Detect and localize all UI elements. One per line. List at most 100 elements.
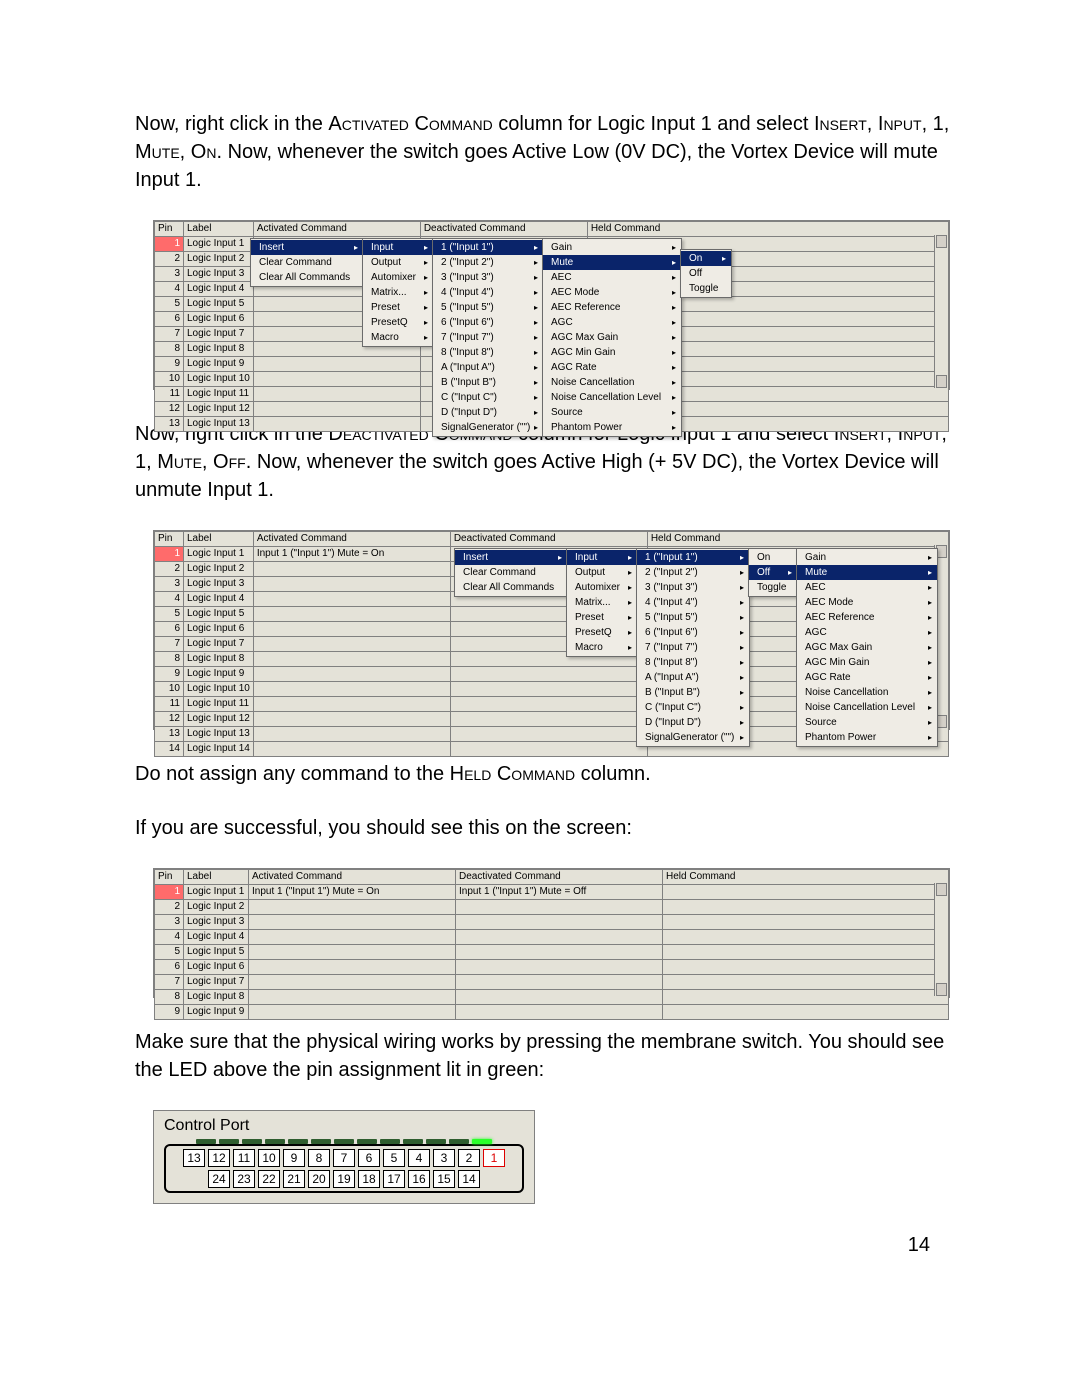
- menu-item[interactable]: Macro: [363, 330, 433, 345]
- menu-item[interactable]: Mute: [797, 565, 937, 580]
- menu-item[interactable]: 5 ("Input 5"): [433, 300, 543, 315]
- scrollbar[interactable]: [934, 235, 948, 388]
- pin-box: 9: [283, 1149, 305, 1167]
- menu-item[interactable]: Clear All Commands: [251, 270, 363, 285]
- screenshot-result-table: Pin Label Activated Command Deactivated …: [153, 868, 950, 998]
- context-menu-4[interactable]: GainMuteAECAEC ModeAEC ReferenceAGCAGC M…: [796, 548, 938, 747]
- menu-item[interactable]: Toggle: [681, 281, 731, 296]
- menu-item[interactable]: B ("Input B"): [637, 685, 749, 700]
- menu-item[interactable]: 2 ("Input 2"): [637, 565, 749, 580]
- menu-item[interactable]: 3 ("Input 3"): [433, 270, 543, 285]
- menu-item[interactable]: Source: [543, 405, 681, 420]
- menu-item[interactable]: Phantom Power: [797, 730, 937, 745]
- scrollbar[interactable]: [934, 883, 948, 996]
- pin-box: 2: [458, 1149, 480, 1167]
- menu-item[interactable]: AGC: [797, 625, 937, 640]
- menu-item[interactable]: Noise Cancellation: [543, 375, 681, 390]
- menu-item[interactable]: On: [749, 550, 797, 565]
- menu-item[interactable]: AEC Mode: [797, 595, 937, 610]
- menu-item[interactable]: D ("Input D"): [637, 715, 749, 730]
- menu-item[interactable]: 6 ("Input 6"): [433, 315, 543, 330]
- menu-item[interactable]: AGC Max Gain: [797, 640, 937, 655]
- menu-item[interactable]: AEC Reference: [797, 610, 937, 625]
- menu-item[interactable]: AEC Reference: [543, 300, 681, 315]
- menu-item[interactable]: 1 ("Input 1"): [637, 550, 749, 565]
- menu-item[interactable]: B ("Input B"): [433, 375, 543, 390]
- context-menu-1[interactable]: InsertClear CommandClear All Commands: [454, 548, 568, 597]
- menu-item[interactable]: Output: [567, 565, 637, 580]
- context-menu-3b[interactable]: OnOffToggle: [748, 548, 798, 597]
- menu-item[interactable]: Matrix...: [567, 595, 637, 610]
- menu-item[interactable]: Gain: [797, 550, 937, 565]
- menu-item[interactable]: AEC Mode: [543, 285, 681, 300]
- menu-item[interactable]: 2 ("Input 2"): [433, 255, 543, 270]
- menu-item[interactable]: D ("Input D"): [433, 405, 543, 420]
- menu-item[interactable]: SignalGenerator (""): [637, 730, 749, 745]
- menu-item[interactable]: PresetQ: [363, 315, 433, 330]
- menu-item[interactable]: AGC Rate: [543, 360, 681, 375]
- menu-item[interactable]: AEC: [543, 270, 681, 285]
- context-menu-5[interactable]: OnOffToggle: [680, 249, 732, 298]
- menu-item[interactable]: 8 ("Input 8"): [433, 345, 543, 360]
- menu-item[interactable]: Matrix...: [363, 285, 433, 300]
- menu-item[interactable]: Automixer: [363, 270, 433, 285]
- menu-item[interactable]: 4 ("Input 4"): [433, 285, 543, 300]
- menu-item[interactable]: C ("Input C"): [433, 390, 543, 405]
- menu-item[interactable]: Source: [797, 715, 937, 730]
- menu-item[interactable]: Noise Cancellation Level: [543, 390, 681, 405]
- menu-item[interactable]: Input: [363, 240, 433, 255]
- menu-item[interactable]: 8 ("Input 8"): [637, 655, 749, 670]
- menu-item[interactable]: Clear All Commands: [455, 580, 567, 595]
- pin-box: 5: [383, 1149, 405, 1167]
- menu-item[interactable]: Insert: [455, 550, 567, 565]
- menu-item[interactable]: Macro: [567, 640, 637, 655]
- menu-item[interactable]: On: [681, 251, 731, 266]
- menu-item[interactable]: Preset: [567, 610, 637, 625]
- menu-item[interactable]: Off: [681, 266, 731, 281]
- menu-item[interactable]: C ("Input C"): [637, 700, 749, 715]
- menu-item[interactable]: Noise Cancellation: [797, 685, 937, 700]
- menu-item[interactable]: Phantom Power: [543, 420, 681, 435]
- context-menu-2[interactable]: InputOutputAutomixerMatrix...PresetPrese…: [362, 238, 434, 347]
- menu-item[interactable]: AGC Min Gain: [543, 345, 681, 360]
- menu-item[interactable]: PresetQ: [567, 625, 637, 640]
- menu-item[interactable]: Input: [567, 550, 637, 565]
- menu-item[interactable]: A ("Input A"): [637, 670, 749, 685]
- context-menu-2[interactable]: InputOutputAutomixerMatrix...PresetPrese…: [566, 548, 638, 657]
- table-row: 4Logic Input 4: [155, 930, 949, 945]
- menu-item[interactable]: Automixer: [567, 580, 637, 595]
- menu-item[interactable]: 6 ("Input 6"): [637, 625, 749, 640]
- table-row: 8Logic Input 8: [155, 990, 949, 1005]
- context-menu-1[interactable]: InsertClear CommandClear All Commands: [250, 238, 364, 287]
- menu-item[interactable]: 4 ("Input 4"): [637, 595, 749, 610]
- menu-item[interactable]: Insert: [251, 240, 363, 255]
- pin-box: 21: [283, 1170, 305, 1188]
- led: [196, 1139, 216, 1144]
- menu-item[interactable]: AGC Max Gain: [543, 330, 681, 345]
- menu-item[interactable]: Mute: [543, 255, 681, 270]
- menu-item[interactable]: Output: [363, 255, 433, 270]
- menu-item[interactable]: Noise Cancellation Level: [797, 700, 937, 715]
- menu-item[interactable]: AGC Min Gain: [797, 655, 937, 670]
- menu-item[interactable]: AGC Rate: [797, 670, 937, 685]
- menu-item[interactable]: Clear Command: [455, 565, 567, 580]
- menu-item[interactable]: Toggle: [749, 580, 797, 595]
- menu-item[interactable]: Gain: [543, 240, 681, 255]
- menu-item[interactable]: AGC: [543, 315, 681, 330]
- menu-item[interactable]: 1 ("Input 1"): [433, 240, 543, 255]
- pin-row-top: 13121110987654321: [170, 1149, 518, 1167]
- context-menu-3[interactable]: 1 ("Input 1")2 ("Input 2")3 ("Input 3")4…: [432, 238, 544, 437]
- context-menu-3[interactable]: 1 ("Input 1")2 ("Input 2")3 ("Input 3")4…: [636, 548, 750, 747]
- menu-item[interactable]: SignalGenerator (""): [433, 420, 543, 435]
- menu-item[interactable]: 3 ("Input 3"): [637, 580, 749, 595]
- menu-item[interactable]: Off: [749, 565, 797, 580]
- menu-item[interactable]: AEC: [797, 580, 937, 595]
- menu-item[interactable]: 5 ("Input 5"): [637, 610, 749, 625]
- menu-item[interactable]: A ("Input A"): [433, 360, 543, 375]
- menu-item[interactable]: 7 ("Input 7"): [637, 640, 749, 655]
- menu-item[interactable]: Preset: [363, 300, 433, 315]
- menu-item[interactable]: Clear Command: [251, 255, 363, 270]
- context-menu-4[interactable]: GainMuteAECAEC ModeAEC ReferenceAGCAGC M…: [542, 238, 682, 437]
- menu-item[interactable]: 7 ("Input 7"): [433, 330, 543, 345]
- led: [380, 1139, 400, 1144]
